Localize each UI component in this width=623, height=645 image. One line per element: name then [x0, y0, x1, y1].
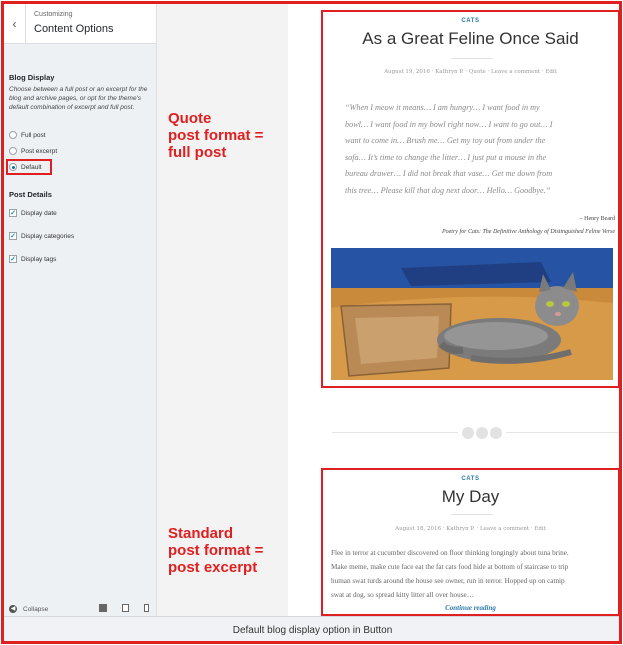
post-title[interactable]: As a Great Feline Once Said: [323, 29, 618, 49]
post-category[interactable]: CATS: [323, 476, 618, 482]
post-excerpt: Flee in terror at cucumber discovered on…: [331, 549, 569, 599]
tablet-preview-icon[interactable]: [122, 604, 129, 612]
back-button[interactable]: ‹: [4, 4, 26, 44]
radio-label: Full post: [21, 131, 46, 139]
cat-photo: [331, 248, 613, 380]
post-category[interactable]: CATS: [323, 18, 618, 24]
caption: Default blog display option in Button: [4, 616, 619, 641]
post-separator: [332, 424, 619, 442]
checkbox-display-categories[interactable]: ✓ Display categories: [9, 232, 74, 240]
standard-annotation: Standard post format = post excerpt: [168, 525, 264, 576]
radio-label: Post excerpt: [21, 147, 58, 155]
chevron-left-icon: ‹: [12, 17, 17, 31]
customizer-footer: ◀ Collapse: [4, 602, 157, 616]
checkbox[interactable]: ✓: [9, 209, 17, 217]
quote-author: – Henry Beard: [579, 216, 615, 222]
cat-photo-illustration: [331, 248, 613, 380]
post-meta: August 19, 2016 · Kathryn P. · Quote · L…: [384, 69, 557, 75]
checkbox[interactable]: ✓: [9, 232, 17, 240]
checkbox[interactable]: ✓: [9, 255, 17, 263]
default-highlight-box: [6, 159, 52, 175]
desktop-preview-icon[interactable]: [99, 604, 107, 612]
post-title[interactable]: My Day: [323, 487, 618, 507]
checkbox-display-tags[interactable]: ✓ Display tags: [9, 255, 56, 263]
checkbox-label: Display categories: [21, 232, 75, 240]
customizer-header: ‹ Customizing Content Options: [4, 4, 156, 44]
checkbox-label: Display date: [21, 209, 57, 217]
standard-post: CATS My Day August 18, 2016 · Kathryn P.…: [321, 468, 619, 616]
collapse-icon[interactable]: ◀: [9, 605, 17, 613]
radio-post-excerpt[interactable]: Post excerpt: [9, 147, 57, 155]
checkbox-display-date[interactable]: ✓ Display date: [9, 209, 57, 217]
quote-post: CATS As a Great Feline Once Said August …: [321, 10, 619, 388]
breadcrumb: Customizing: [34, 11, 73, 18]
radio-button[interactable]: [9, 147, 17, 155]
caption-text: Default blog display option in Button: [232, 625, 393, 636]
post-meta: August 18, 2016 · Kathryn P. · Leave a c…: [395, 526, 546, 532]
customizer-sidebar: ‹ Customizing Content Options Blog Displ…: [4, 4, 157, 616]
blog-display-heading: Blog Display: [9, 73, 55, 82]
panel-title: Content Options: [34, 23, 114, 35]
quote-body: “When I meow it means… I am hungry… I wa…: [345, 103, 553, 195]
continue-reading-link[interactable]: Continue reading: [323, 604, 618, 612]
collapse-button[interactable]: Collapse: [23, 606, 48, 613]
radio-full-post[interactable]: Full post: [9, 131, 46, 139]
quote-source: Poetry for Cats: The Definitive Antholog…: [441, 229, 615, 235]
title-divider: [451, 58, 493, 59]
radio-button[interactable]: [9, 131, 17, 139]
blog-display-description: Choose between a full post or an excerpt…: [9, 86, 148, 111]
checkbox-label: Display tags: [21, 255, 57, 263]
site-preview: CATS As a Great Feline Once Said August …: [288, 4, 619, 616]
quote-annotation: Quote post format = full post: [168, 110, 264, 161]
screenshot-frame: ‹ Customizing Content Options Blog Displ…: [1, 1, 622, 644]
post-details-heading: Post Details: [9, 190, 52, 199]
mobile-preview-icon[interactable]: [144, 604, 149, 612]
title-divider: [451, 514, 493, 515]
